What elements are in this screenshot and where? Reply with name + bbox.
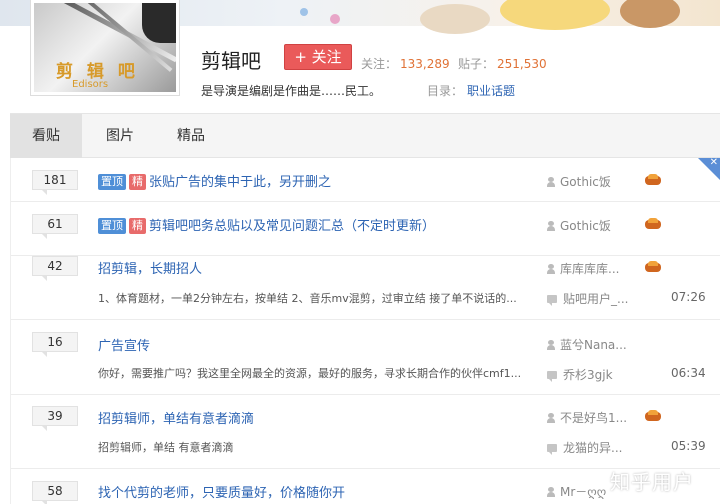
posts-stat: 贴子： 251,530: [458, 55, 547, 72]
featured-badge: 精: [129, 218, 146, 234]
forum-catalog: 目录： 职业话题: [427, 82, 515, 99]
last-reply-time: 06:34: [671, 366, 706, 380]
tab-featured[interactable]: 精品: [160, 114, 222, 158]
user-icon: [547, 340, 555, 350]
logo-subtext: Edisors: [72, 79, 109, 90]
thread-row[interactable]: 61 置顶精剪辑吧吧务总贴以及常见问题汇总（不定时更新） Gothic饭: [11, 202, 720, 256]
thread-row[interactable]: 39 招剪辑师，单结有意者滴滴 招剪辑师，单结 有意者滴滴 不是好鸟1... 龙…: [11, 395, 720, 469]
posts-label: 贴子：: [458, 57, 495, 71]
thread-title[interactable]: 招剪辑，长期招人: [98, 258, 202, 277]
reply-count: 42: [32, 256, 78, 281]
thread-row[interactable]: 181 置顶精张贴广告的集中于此，另开删之 Gothic饭: [11, 158, 720, 202]
thread-title[interactable]: 剪辑吧吧务总贴以及常见问题汇总（不定时更新）: [149, 219, 435, 234]
follow-button[interactable]: + 关注: [284, 44, 352, 70]
followers-label: 关注：: [361, 57, 398, 71]
thread-abstract: 你好，需要推广吗？我这里全网最全的资源，最好的服务，寻求长期合作的伙伴cmf1.…: [98, 367, 522, 380]
reply-count: 61: [32, 214, 78, 239]
reply-count: 181: [32, 170, 78, 195]
thread-row[interactable]: 16 广告宣传 你好，需要推广吗？我这里全网最全的资源，最好的服务，寻求长期合作…: [11, 320, 720, 395]
user-icon: [547, 413, 555, 423]
thread-title-line: 置顶精剪辑吧吧务总贴以及常见问题汇总（不定时更新）: [98, 215, 435, 234]
member-level-icon: [645, 410, 661, 422]
pinned-badge: 置顶: [98, 174, 126, 190]
thread-abstract: 1、体育题材，一单2分钟左右，按单结 2、音乐mv混剪，过审立结 接了单不说话的…: [98, 292, 517, 305]
followers-stat: 关注： 133,289: [361, 55, 450, 72]
thread-author[interactable]: 库库库库...: [547, 260, 619, 277]
last-reply-user[interactable]: 乔杉3gjk: [547, 366, 613, 383]
tab-threads[interactable]: 看贴: [10, 114, 82, 158]
thread-title[interactable]: 广告宣传: [98, 335, 150, 354]
thread-title[interactable]: 找个代剪的老师，只要质量好，价格随你开: [98, 482, 345, 501]
featured-badge: 精: [129, 174, 146, 190]
catalog-label: 目录：: [427, 84, 464, 98]
last-reply-user[interactable]: 贴吧用户_...: [547, 290, 628, 307]
pinned-badge: 置顶: [98, 218, 126, 234]
reply-count: 16: [32, 332, 78, 357]
thread-title[interactable]: 张贴广告的集中于此，另开删之: [149, 175, 331, 190]
forum-title[interactable]: 剪辑吧: [201, 45, 261, 74]
member-level-icon: [645, 174, 661, 186]
thread-author[interactable]: Gothic饭: [547, 173, 611, 190]
thread-abstract: 招剪辑师，单结 有意者滴滴: [98, 441, 234, 454]
user-icon: [547, 264, 555, 274]
posts-count: 251,530: [497, 57, 547, 71]
catalog-link[interactable]: 职业话题: [467, 84, 515, 98]
tab-images[interactable]: 图片: [90, 114, 150, 158]
last-reply-time: 05:39: [671, 439, 706, 453]
reply-count: 39: [32, 406, 78, 431]
thread-author[interactable]: 不是好鸟1...: [547, 409, 627, 426]
user-icon: [547, 487, 555, 497]
user-icon: [547, 221, 555, 231]
member-level-icon: [645, 218, 661, 230]
user-icon: [547, 177, 555, 187]
member-level-icon: [645, 261, 661, 273]
forum-logo-image: 剪 辑 吧 Edisors: [34, 3, 176, 92]
forum-slogan: 是导演是编剧是作曲是……民工。: [201, 84, 382, 98]
last-reply-user[interactable]: 龙猫的异...: [547, 439, 622, 456]
followers-count: 133,289: [400, 57, 450, 71]
thread-author[interactable]: Gothic饭: [547, 217, 611, 234]
thread-author[interactable]: 蓝兮Nana...: [547, 336, 627, 353]
reply-bubble-icon: [547, 371, 557, 382]
watermark: 知乎用户: [610, 470, 694, 494]
reply-bubble-icon: [547, 444, 557, 455]
last-reply-time: 07:26: [671, 290, 706, 304]
forum-tabs: 看贴 图片 精品: [10, 113, 720, 158]
thread-list: ✕ 181 置顶精张贴广告的集中于此，另开删之 Gothic饭 61 置顶精剪辑…: [10, 158, 720, 504]
thread-title[interactable]: 招剪辑师，单结有意者滴滴: [98, 408, 254, 427]
forum-avatar[interactable]: 剪 辑 吧 Edisors: [30, 0, 180, 96]
reply-bubble-icon: [547, 295, 557, 306]
thread-title-line: 置顶精张贴广告的集中于此，另开删之: [98, 171, 331, 190]
reply-count: 58: [32, 481, 78, 504]
thread-author[interactable]: Mr－ღღ: [547, 483, 606, 500]
thread-row[interactable]: 42 招剪辑，长期招人 1、体育题材，一单2分钟左右，按单结 2、音乐mv混剪，…: [11, 256, 720, 320]
